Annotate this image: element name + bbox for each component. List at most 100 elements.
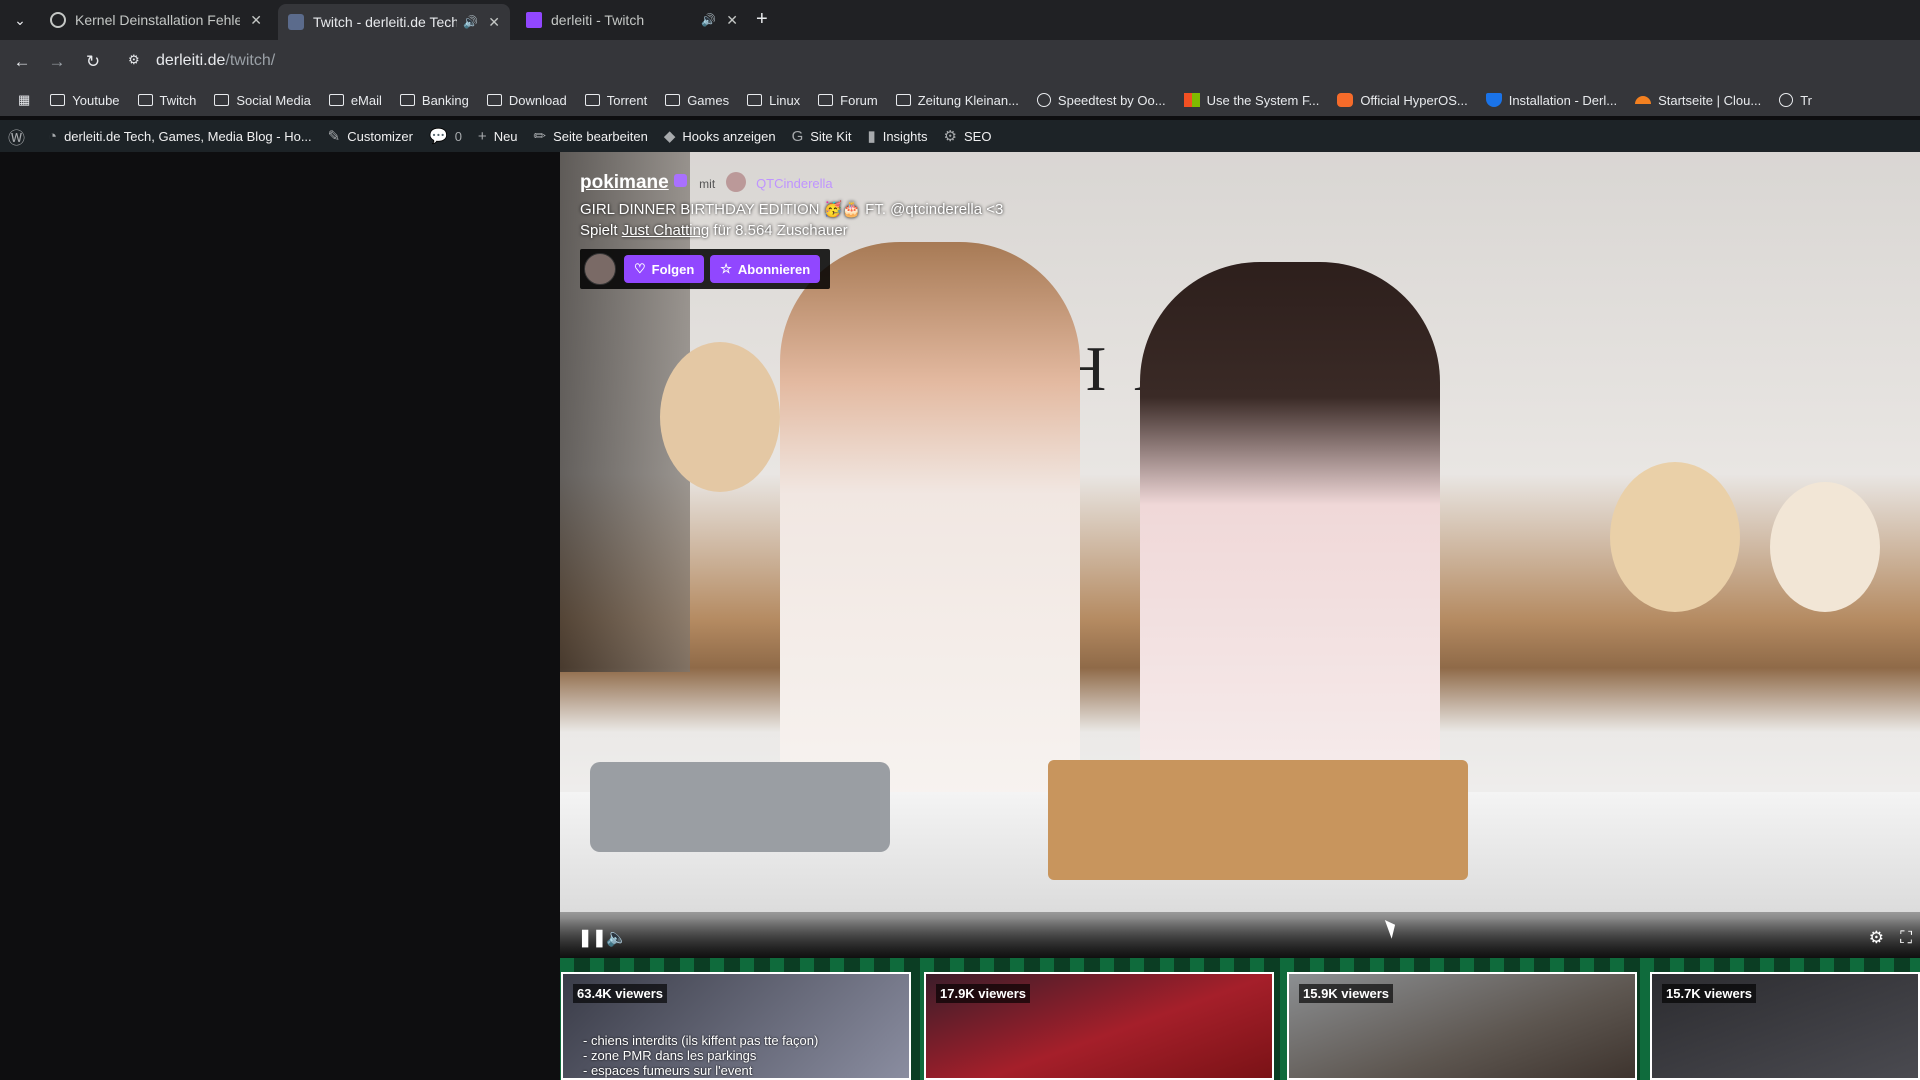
volume-icon[interactable]: 🔈	[606, 928, 627, 948]
reload-button[interactable]: ↻	[81, 50, 105, 74]
caption-line: - zone PMR dans les parkings	[583, 1048, 757, 1063]
bookmark-system-file-checker[interactable]: Use the System F...	[1183, 93, 1319, 108]
bookmark-torrent[interactable]: Torrent	[584, 92, 648, 108]
site-info-icon[interactable]: ⚙	[128, 52, 140, 68]
viewer-badge: 15.7K viewers	[1662, 984, 1757, 1003]
bookmark-banking[interactable]: Banking	[399, 93, 469, 108]
pause-icon[interactable]: ❚❚	[578, 928, 607, 948]
diamond-icon: ◆	[663, 128, 676, 145]
wp-edit-page[interactable]: ✏ Seite bearbeiten	[534, 127, 648, 145]
bookmark-cloudflare[interactable]: Startseite | Clou...	[1635, 93, 1761, 108]
cohost-name-link[interactable]: QTCinderella	[756, 176, 833, 191]
bookmark-social-media[interactable]: Social Media	[214, 93, 311, 108]
bookmarks-bar: ▦ Youtube Twitch Social Media eMail Bank…	[0, 84, 1920, 116]
game-link[interactable]: Just Chatting	[622, 222, 710, 239]
google-icon: G	[791, 127, 804, 145]
stream-title: GIRL DINNER BIRTHDAY EDITION 🥳🎂 FT. @qtc…	[580, 201, 1004, 218]
settings-icon[interactable]: ⚙	[1869, 928, 1884, 948]
player-controls: ❚❚ 🔈 ⚙ ⛶	[560, 918, 1920, 958]
url-path: /twitch/	[225, 52, 276, 69]
heart-icon: ♡	[634, 261, 646, 276]
wp-insights[interactable]: ▮ Insights	[867, 127, 927, 145]
folder-icon	[399, 94, 415, 106]
bookmark-zeitung[interactable]: Zeitung Kleinan...	[895, 93, 1019, 108]
wp-sitekit-label: Site Kit	[810, 128, 852, 144]
bookmark-tr[interactable]: Tr	[1779, 93, 1812, 108]
forward-button[interactable]: →	[45, 50, 69, 74]
comment-icon: 💬	[429, 128, 448, 145]
tab-search-button[interactable]: ⌄	[8, 8, 32, 32]
address-bar[interactable]: derleiti.de/twitch/	[156, 52, 275, 70]
bookmark-installation[interactable]: Installation - Derl...	[1485, 93, 1617, 108]
stream-info-overlay: pokimane mit QTCinderella GIRL DINNER BI…	[580, 172, 1003, 290]
subscribe-label: Abonnieren	[737, 261, 811, 277]
wp-seo[interactable]: ⚙ SEO	[944, 127, 992, 145]
plus-icon: +	[477, 127, 487, 145]
follow-button[interactable]: ♡ Folgen	[624, 255, 705, 283]
url-host: derleiti.de	[156, 52, 226, 69]
bookmark-label: Torrent	[606, 92, 648, 108]
bookmark-email[interactable]: eMail	[328, 93, 382, 108]
browser-toolbar: ← → ↻ ⚙ derleiti.de/twitch/	[0, 40, 1920, 84]
recommended-stream-card[interactable]: 15.9K viewers	[1287, 972, 1637, 1080]
wp-new[interactable]: + Neu	[478, 128, 518, 145]
bookmark-games[interactable]: Games	[665, 93, 729, 108]
tab-derleiti-twitch[interactable]: derleiti - Twitch 🔊 ✕	[516, 4, 748, 36]
video-player[interactable]: HA pokimane mit QTCinderella GIRL DINNER…	[560, 152, 1920, 958]
left-sidebar	[0, 152, 560, 1080]
caption-line: - espaces fumeurs sur l'event	[583, 1063, 753, 1078]
bookmark-youtube[interactable]: Youtube	[50, 93, 120, 108]
tab-twitch-derleiti[interactable]: Twitch - derleiti.de Tech 🔊 ✕	[278, 4, 510, 40]
close-tab-icon[interactable]: ✕	[488, 14, 500, 31]
speaker-icon[interactable]: 🔊	[701, 13, 716, 27]
apps-grid-icon[interactable]: ▦	[18, 92, 30, 108]
speaker-icon[interactable]: 🔊	[463, 15, 478, 29]
tab-title: Twitch - derleiti.de Tech	[313, 14, 458, 30]
close-tab-icon[interactable]: ✕	[726, 12, 738, 29]
bookmark-speedtest[interactable]: Speedtest by Oo...	[1036, 92, 1166, 108]
recommended-stream-card[interactable]: 17.9K viewers	[924, 972, 1274, 1080]
wordpress-logo-icon[interactable]: Ⓦ	[8, 124, 32, 149]
balloon	[1770, 482, 1880, 612]
bookmark-label: Speedtest by Oo...	[1057, 92, 1166, 108]
bookmark-linux[interactable]: Linux	[747, 93, 800, 108]
site-favicon-icon	[288, 14, 304, 30]
wp-customizer[interactable]: ✎ Customizer	[328, 127, 413, 145]
cohost-avatar[interactable]	[725, 172, 746, 192]
viewer-badge: 15.9K viewers	[1299, 984, 1394, 1003]
subscribe-button[interactable]: ☆ Abonnieren	[710, 255, 821, 283]
wp-hooks[interactable]: ◆ Hooks anzeigen	[664, 127, 776, 145]
seo-gear-icon: ⚙	[943, 128, 957, 145]
bookmark-download[interactable]: Download	[486, 92, 567, 108]
bookmark-hyperos[interactable]: Official HyperOS...	[1337, 93, 1468, 108]
new-tab-button[interactable]: +	[756, 8, 768, 31]
globe-icon	[50, 12, 66, 28]
star-icon: ☆	[720, 261, 732, 276]
globe-icon	[1779, 93, 1794, 107]
folder-icon	[665, 94, 681, 106]
bookmark-twitch[interactable]: Twitch	[137, 93, 196, 108]
channel-name-link[interactable]: pokimane	[580, 172, 669, 193]
folder-icon	[328, 94, 344, 106]
bookmark-forum[interactable]: Forum	[818, 93, 878, 108]
wp-insights-label: Insights	[882, 128, 928, 144]
brush-icon: ✎	[327, 128, 341, 145]
recommended-stream-card[interactable]: 63.4K viewers - chiens interdits (ils ki…	[561, 972, 911, 1080]
back-button[interactable]: ←	[10, 50, 34, 74]
wp-site-link[interactable]: ◔ derleiti.de Tech, Games, Media Blog - H…	[48, 128, 312, 145]
tab-kernel[interactable]: Kernel Deinstallation Fehle ✕	[40, 4, 272, 36]
wp-site-kit[interactable]: G Site Kit	[792, 128, 852, 145]
fullscreen-icon[interactable]: ⛶	[1900, 928, 1912, 948]
hyperos-icon	[1337, 93, 1354, 107]
windows-icon	[1183, 93, 1200, 107]
recommended-stream-card[interactable]: 15.7K viewers	[1650, 972, 1920, 1080]
wp-comments[interactable]: 💬 0	[429, 127, 462, 145]
channel-avatar[interactable]	[584, 253, 616, 285]
bookmark-label: Download	[508, 92, 567, 108]
speedtest-icon	[1036, 93, 1051, 107]
wp-site-title: derleiti.de Tech, Games, Media Blog - Ho…	[64, 128, 312, 144]
wp-admin-bar: Ⓦ ◔ derleiti.de Tech, Games, Media Blog -…	[0, 120, 1920, 152]
close-tab-icon[interactable]: ✕	[250, 12, 262, 29]
wp-customizer-label: Customizer	[347, 128, 413, 144]
follow-label: Folgen	[651, 261, 695, 277]
